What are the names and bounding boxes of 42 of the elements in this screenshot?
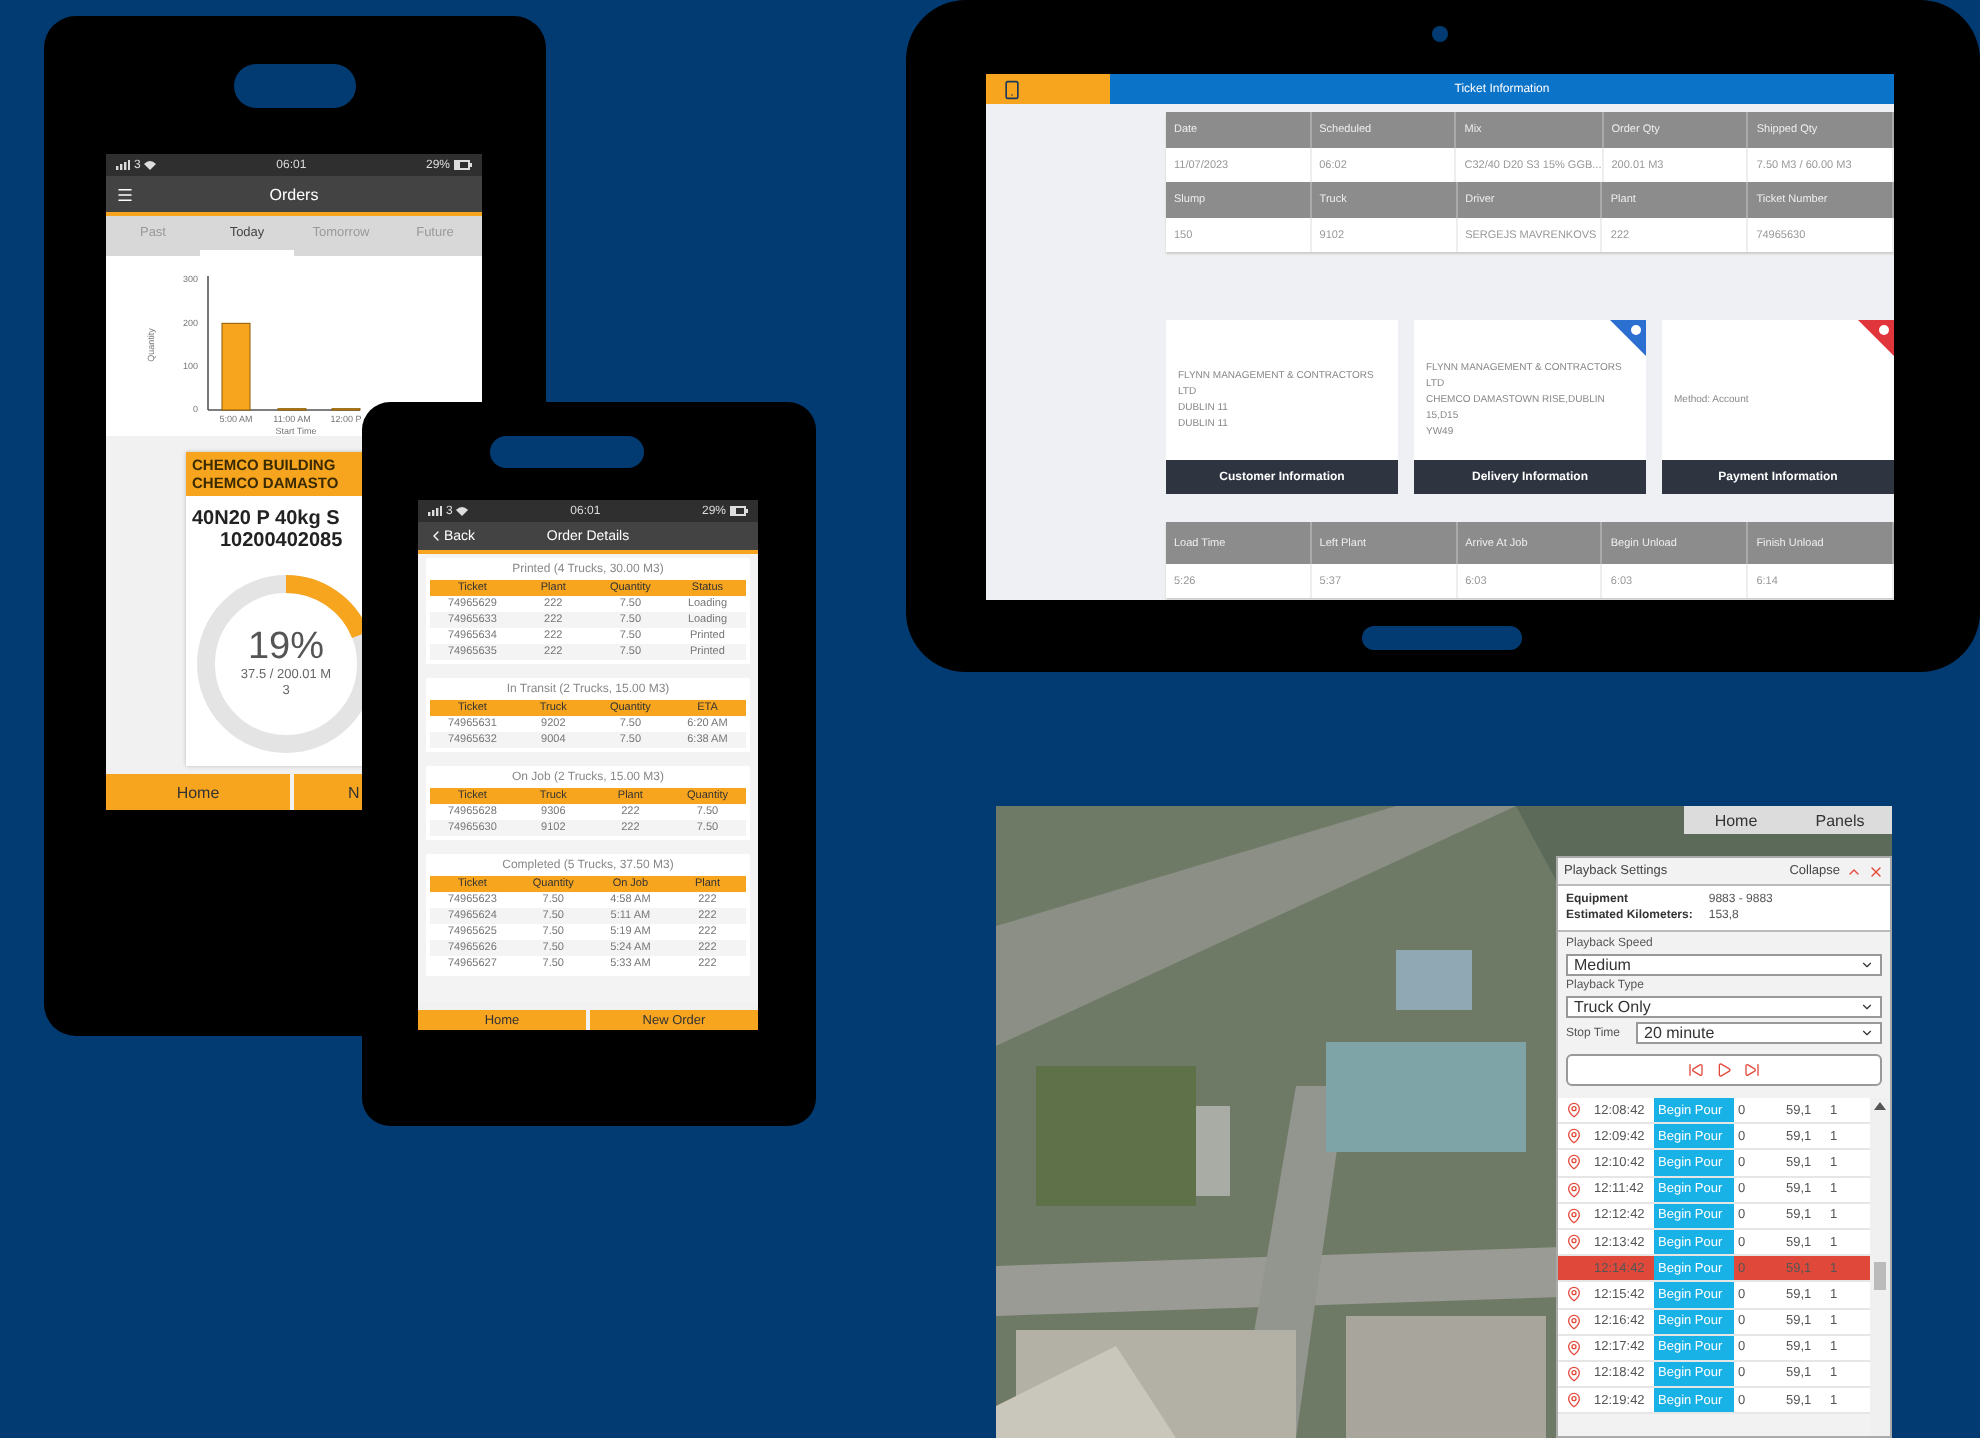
menu-icon[interactable] [116,185,134,203]
play-icon[interactable] [1716,1062,1732,1078]
pin-icon [1566,1234,1582,1251]
scroll-thumb[interactable] [1874,1262,1886,1290]
pin-icon [1566,1392,1582,1409]
product-code: 10200402085 [220,530,343,552]
screen-title: Orders [269,185,319,203]
skip-back-icon[interactable] [1688,1062,1704,1078]
pin-icon [1566,1181,1582,1198]
scroll-up-icon[interactable] [1874,1102,1886,1110]
product-code: 40N20 P 40kg S [192,508,340,530]
camera-icon [1432,26,1448,42]
chevron-down-icon [1860,958,1874,972]
footer-button[interactable]: N [294,774,362,810]
phone-icon [1002,79,1022,99]
skip-forward-icon[interactable] [1744,1062,1760,1078]
footer-button[interactable]: Home [106,774,290,810]
pin-icon [1566,1128,1582,1145]
speed-select[interactable]: Medium [1566,954,1882,976]
signal-icon [428,506,442,516]
wifi-icon [456,506,469,516]
stop-time-select[interactable]: 20 minute [1636,1022,1882,1044]
type-select[interactable]: Truck Only [1566,996,1882,1018]
close-icon[interactable] [1868,863,1884,879]
back-chevron-icon [428,528,444,544]
wifi-icon [144,160,157,170]
pin-icon [1566,1154,1582,1171]
chart-bar [221,322,251,411]
nav-tab[interactable]: Home [1684,806,1788,834]
pin-icon [1566,1313,1582,1330]
battery-icon [730,506,748,516]
pin-icon [1566,1102,1582,1119]
pin-icon [1566,1365,1582,1382]
nav-tab[interactable]: Panels [1788,806,1892,834]
pin-icon [1566,1207,1582,1224]
pin-icon [1566,1286,1582,1303]
signal-icon [116,160,130,170]
y-axis [207,275,209,411]
progress-percent: 19% [247,628,325,668]
pin-icon [1566,1339,1582,1356]
battery-icon [454,160,472,170]
speaker-notch [234,64,356,108]
